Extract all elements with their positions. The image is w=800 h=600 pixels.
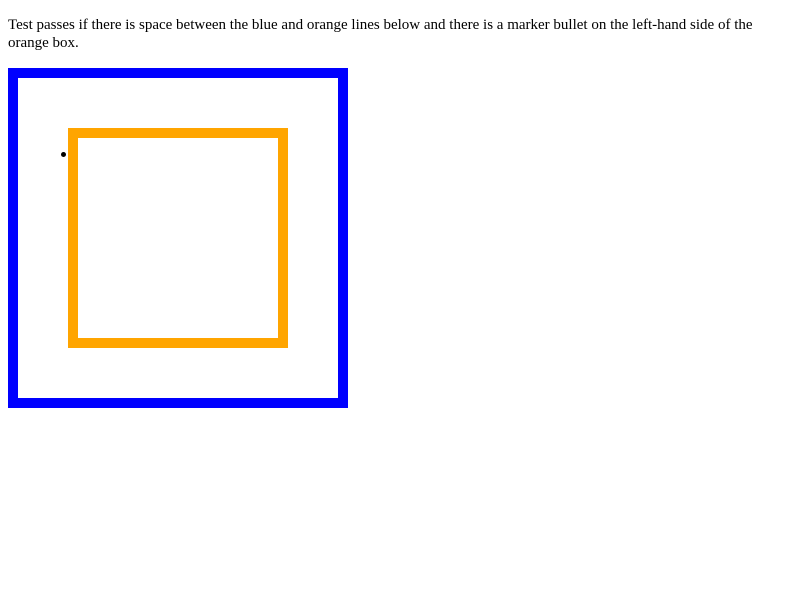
test-instructions: Test passes if there is space between th… [8,17,753,51]
blue-outer-box [8,68,348,408]
orange-inner-box [68,128,288,348]
marker-bullet-icon [61,152,66,157]
